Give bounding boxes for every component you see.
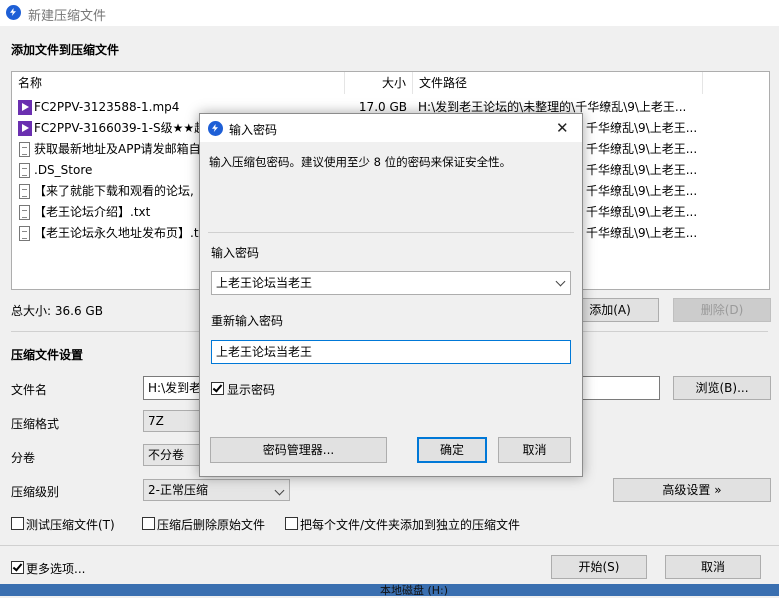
file-path: 千华缭乱\9\上老王... [586, 184, 698, 198]
settings-heading: 压缩文件设置 [11, 348, 84, 362]
close-icon[interactable]: ✕ [556, 119, 569, 137]
total-size: 总大小: 36.6 GB [11, 304, 103, 318]
filename-label: 文件名 [11, 383, 48, 397]
dialog-title: 输入密码 [229, 123, 278, 137]
chevron-down-icon[interactable] [555, 276, 566, 287]
password-manager-button[interactable]: 密码管理器... [210, 437, 387, 463]
text-file-icon [19, 205, 30, 220]
file-name: FC2PPV-3123588-1.mp4 [34, 100, 180, 114]
file-name: 【老王论坛介绍】.txt [34, 205, 151, 219]
file-path: 千华缭乱\9\上老王... [586, 163, 698, 177]
file-name: .DS_Store [34, 163, 93, 177]
file-name: 【来了就能下载和观看的论坛, [34, 184, 194, 198]
column-header-path[interactable]: 文件路径 [413, 72, 703, 94]
window-title: 新建压缩文件 [28, 9, 107, 24]
dialog-title-bar: 输入密码 ✕ [200, 114, 582, 142]
app-logo-icon [6, 5, 21, 20]
file-name: FC2PPV-3166039-1-S级★★超 [34, 121, 207, 135]
file-path: 千华缭乱\9\上老王... [586, 205, 698, 219]
level-select[interactable]: 2-正常压缩 [143, 479, 290, 501]
mp4-file-icon [18, 121, 32, 136]
password-value: 上老王论坛当老王 [216, 276, 313, 290]
show-password-checkbox[interactable] [211, 382, 224, 395]
advanced-settings-button[interactable]: 高级设置 » [613, 478, 771, 502]
file-path: 千华缭乱\9\上老王... [586, 121, 698, 135]
each-separate-label: 把每个文件/文件夹添加到独立的压缩文件 [300, 518, 521, 532]
file-name: 【老王论坛永久地址发布页】.t [34, 226, 199, 240]
delete-button[interactable]: 删除(D) [673, 298, 771, 322]
cancel-button[interactable]: 取消 [665, 555, 761, 579]
format-value: 7Z [148, 414, 164, 428]
each-separate-checkbox[interactable] [285, 517, 298, 530]
level-label: 压缩级别 [11, 485, 60, 499]
dialog-description: 输入压缩包密码。建议使用至少 8 位的密码来保证安全性。 [209, 155, 512, 169]
background-window-strip: 本地磁盘 (H:) [0, 584, 779, 597]
browse-button[interactable]: 浏览(B)... [673, 376, 771, 400]
reenter-password-input[interactable]: 上老王论坛当老王 [211, 340, 571, 364]
format-label: 压缩格式 [11, 417, 60, 431]
app-logo-icon [208, 121, 223, 136]
divider [208, 232, 574, 233]
column-header-size[interactable]: 大小 [345, 72, 413, 94]
ok-button[interactable]: 确定 [417, 437, 487, 463]
delete-after-checkbox[interactable] [142, 517, 155, 530]
split-label: 分卷 [11, 451, 36, 465]
test-archive-checkbox[interactable] [11, 517, 24, 530]
add-files-heading: 添加文件到压缩文件 [11, 43, 120, 57]
file-name: 获取最新地址及APP请发邮箱自 [34, 142, 201, 156]
password-input[interactable]: 上老王论坛当老王 [211, 271, 571, 295]
dialog-cancel-button[interactable]: 取消 [498, 437, 571, 463]
more-options-label: 更多选项... [26, 562, 86, 576]
file-path: 千华缭乱\9\上老王... [586, 142, 698, 156]
chevron-down-icon [274, 485, 285, 496]
text-file-icon [19, 226, 30, 241]
start-button[interactable]: 开始(S) [551, 555, 647, 579]
more-options-checkbox[interactable] [11, 561, 24, 574]
test-archive-label: 测试压缩文件(T) [26, 518, 115, 532]
delete-after-label: 压缩后删除原始文件 [157, 518, 266, 532]
reenter-password-label: 重新输入密码 [211, 314, 284, 328]
file-path: 千华缭乱\9\上老王... [586, 226, 698, 240]
password-dialog: 输入密码 ✕ 输入压缩包密码。建议使用至少 8 位的密码来保证安全性。 输入密码… [199, 113, 583, 477]
text-file-icon [19, 142, 30, 157]
window-title-bar: 新建压缩文件 [0, 0, 779, 26]
column-header-empty [703, 72, 769, 94]
divider [0, 545, 779, 546]
show-password-label: 显示密码 [227, 383, 276, 397]
column-header-name[interactable]: 名称 [12, 72, 345, 94]
password-label: 输入密码 [211, 246, 260, 260]
mp4-file-icon [18, 100, 32, 115]
blank-file-icon [19, 163, 30, 178]
split-value: 不分卷 [148, 448, 185, 462]
text-file-icon [19, 184, 30, 199]
level-value: 2-正常压缩 [148, 483, 208, 497]
